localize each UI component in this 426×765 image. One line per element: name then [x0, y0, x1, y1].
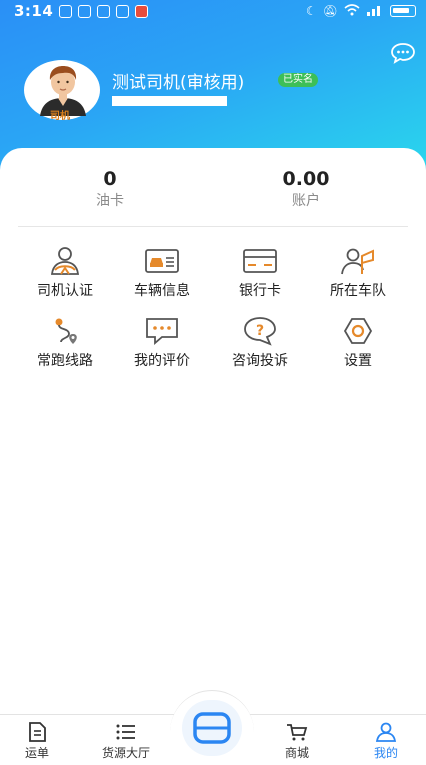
stat-value: 0.00: [282, 168, 330, 190]
settings-icon: [343, 318, 373, 344]
menu-label: 所在车队: [330, 283, 386, 299]
list-icon: [116, 724, 135, 740]
avatar-badge: 司机: [50, 111, 70, 122]
route-icon: [55, 318, 77, 344]
waybill-icon: [29, 722, 46, 742]
driver-id-icon: [50, 247, 80, 275]
notification-icon: [116, 4, 130, 18]
review-icon: [146, 318, 178, 345]
profile-card: [0, 148, 426, 728]
menu-item-consult-complaint[interactable]: ? 咨询投诉: [210, 316, 310, 370]
notification-icon: [78, 4, 92, 18]
tab-cargo-hall[interactable]: 货源大厅: [86, 722, 166, 761]
tab-label: 货源大厅: [101, 746, 150, 760]
verified-badge: 已实名: [278, 73, 318, 87]
profile-icon: [375, 722, 397, 742]
user-name: 测试司机(审核用): [112, 73, 245, 93]
menu-label: 设置: [344, 353, 372, 369]
tab-mine[interactable]: 我的: [346, 722, 426, 761]
stat-account[interactable]: 0.00 账户: [236, 168, 376, 210]
stat-value: 0: [103, 168, 117, 190]
stat-label: 油卡: [96, 193, 124, 209]
stat-label: 账户: [292, 193, 320, 209]
wifi-icon: [344, 3, 360, 19]
menu-item-vehicle-info[interactable]: 车辆信息: [112, 246, 212, 300]
message-icon[interactable]: [390, 42, 416, 64]
svg-text:?: ?: [256, 323, 264, 339]
tab-label: 我的: [373, 746, 398, 760]
menu-item-driver-certification[interactable]: 司机认证: [15, 246, 115, 300]
menu-label: 咨询投诉: [232, 353, 288, 369]
notification-icon: [135, 4, 149, 18]
scan-icon: [193, 712, 231, 744]
battery-icon: [390, 5, 416, 17]
help-icon: ?: [244, 317, 276, 346]
masked-phone-bar: [112, 96, 227, 106]
signal-icon: [366, 4, 384, 19]
menu-item-bank-card[interactable]: 银行卡: [210, 246, 310, 300]
menu-label: 常跑线路: [37, 353, 93, 369]
menu-item-fleet[interactable]: 所在车队: [308, 246, 408, 300]
menu-label: 司机认证: [37, 283, 93, 299]
notification-icon: [59, 4, 73, 18]
menu-item-settings[interactable]: 设置: [308, 316, 408, 370]
vehicle-info-icon: [145, 249, 179, 273]
status-time: 3:14: [14, 2, 54, 20]
scan-button[interactable]: [182, 700, 242, 756]
tab-label: 运单: [24, 746, 49, 760]
status-bar: 3:14 ☾ 🔕︎: [0, 0, 426, 22]
divider: [18, 226, 408, 227]
bank-card-icon: [243, 249, 277, 273]
fleet-icon: [341, 248, 374, 275]
stat-fuel-card[interactable]: 0 油卡: [40, 168, 180, 210]
menu-label: 银行卡: [239, 283, 281, 299]
avatar[interactable]: 司机: [24, 60, 102, 122]
menu-label: 车辆信息: [134, 283, 190, 299]
notification-icon: [97, 4, 111, 18]
tab-mall[interactable]: 商城: [257, 722, 337, 761]
moon-icon: ☾: [306, 4, 317, 18]
tab-label: 商城: [284, 746, 309, 760]
tab-waybill[interactable]: 运单: [0, 722, 77, 761]
menu-item-my-reviews[interactable]: 我的评价: [112, 316, 212, 370]
menu-label: 我的评价: [134, 353, 190, 369]
cart-icon: [287, 724, 308, 741]
menu-item-frequent-routes[interactable]: 常跑线路: [15, 316, 115, 370]
mute-icon: 🔕︎: [322, 4, 338, 18]
